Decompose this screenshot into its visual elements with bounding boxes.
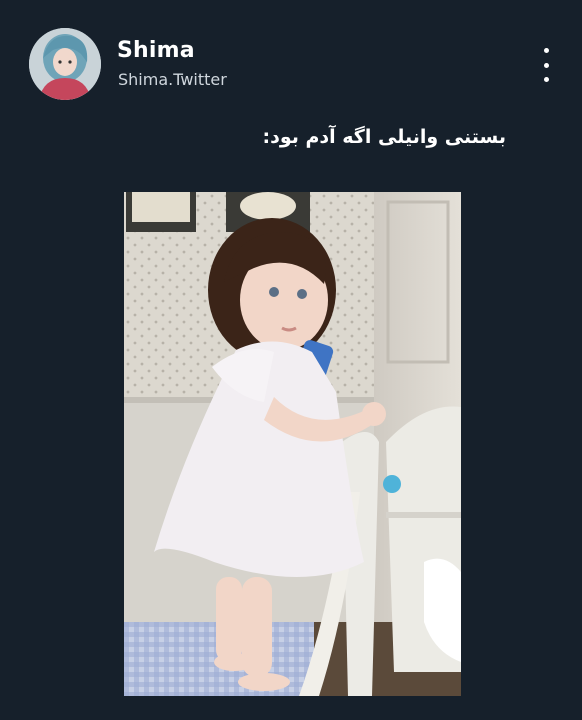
avatar[interactable] <box>29 28 101 100</box>
tweet-photo[interactable] <box>124 192 461 696</box>
photo-image <box>124 192 461 696</box>
more-vertical-icon-dot <box>543 62 549 68</box>
more-vertical-icon <box>543 48 549 53</box>
author-handle[interactable]: Shima.Twitter <box>118 70 227 89</box>
more-options-button[interactable] <box>534 48 558 82</box>
tweet-text: بستنی وانیلی اگه آدم بود: <box>262 126 506 148</box>
avatar-image <box>29 28 101 100</box>
author-display-name[interactable]: Shima <box>117 38 195 63</box>
more-vertical-icon-dot <box>543 77 549 82</box>
